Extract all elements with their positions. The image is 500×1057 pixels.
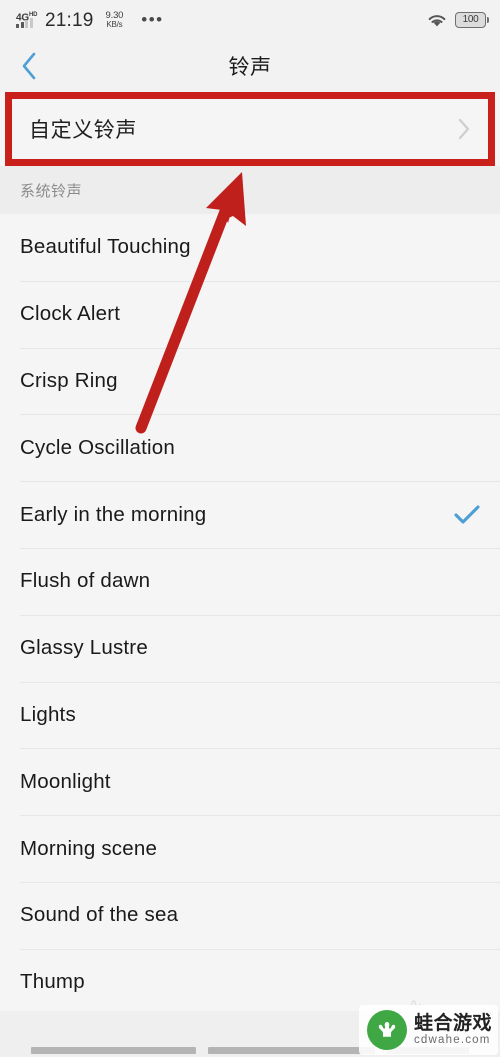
ringtone-name: Thump: [20, 970, 85, 994]
chevron-right-icon: [456, 116, 472, 142]
signal-bars-icon: [16, 17, 33, 28]
ringtone-name: Morning scene: [20, 836, 158, 860]
ringtone-row[interactable]: Clock Alert: [0, 280, 500, 348]
ringtone-name: Flush of dawn: [20, 569, 151, 593]
ringtone-row[interactable]: Moonlight: [0, 748, 500, 815]
ringtone-row[interactable]: Beautiful Touching: [0, 214, 500, 281]
ringtone-row[interactable]: Glassy Lustre: [0, 614, 500, 682]
network-speed: 9.30 KB/s: [106, 11, 124, 29]
ringtone-row[interactable]: Early in the morning: [0, 481, 500, 548]
watermark-site-name: 蛙合游戏: [413, 1012, 492, 1034]
ringtone-name: Lights: [20, 702, 76, 726]
ringtone-row[interactable]: Lights: [0, 681, 500, 749]
check-icon: [454, 505, 480, 525]
status-bar-right: 100: [427, 12, 489, 28]
battery-icon: 100: [455, 12, 489, 28]
watermark-text: 蛙合游戏 cdwahe.com: [413, 1012, 492, 1047]
ringtone-name: Cycle Oscillation: [20, 435, 175, 459]
ringtone-row[interactable]: Cycle Oscillation: [0, 414, 500, 481]
ringtone-row[interactable]: Sound of the sea: [0, 881, 500, 949]
status-clock: 21:19: [45, 9, 94, 31]
ringtone-list: Beautiful Touching Clock Alert Crisp Ring C…: [0, 214, 500, 1016]
ringtone-name: Beautiful Touching: [20, 235, 191, 259]
ringtone-name: Early in the morning: [20, 502, 207, 526]
ringtone-name: Sound of the sea: [20, 903, 179, 927]
page-title: 铃声: [228, 56, 272, 79]
status-bar: 4GHD 21:19 9.30 KB/s ••• 100: [0, 0, 500, 40]
recents-pill[interactable]: [31, 1047, 196, 1054]
battery-level-label: 100: [462, 14, 479, 25]
status-overflow-icon: •••: [141, 10, 164, 29]
wifi-icon: [427, 13, 447, 28]
ringtone-name: Glassy Lustre: [20, 636, 148, 660]
ringtone-name: Moonlight: [20, 769, 111, 793]
status-bar-left: 4GHD 21:19 9.30 KB/s •••: [16, 10, 164, 31]
custom-ringtone-label: 自定义铃声: [29, 119, 137, 142]
ringtone-row[interactable]: Crisp Ring: [0, 347, 500, 415]
watermark-site-url: cdwahe.com: [413, 1034, 491, 1047]
network-speed-value: 9.30: [105, 10, 124, 21]
site-watermark: 蛙合游戏 cdwahe.com: [358, 1005, 498, 1055]
home-pill[interactable]: [208, 1047, 375, 1054]
section-header-label: 系统铃声: [20, 182, 83, 200]
ringtone-row[interactable]: Morning scene: [0, 815, 500, 882]
ringtone-name: Crisp Ring: [20, 368, 118, 392]
app-header: 铃声: [0, 40, 500, 92]
network-speed-unit: KB/s: [106, 20, 123, 29]
custom-ringtone-highlight-box: 自定义铃声: [5, 92, 495, 166]
custom-ringtone-row[interactable]: 自定义铃声: [12, 99, 488, 159]
frog-logo-icon: [366, 1010, 407, 1050]
ringtone-row[interactable]: Flush of dawn: [0, 547, 500, 615]
section-header-system-ringtones: 系统铃声: [0, 166, 500, 214]
ringtone-name: Clock Alert: [20, 302, 121, 326]
